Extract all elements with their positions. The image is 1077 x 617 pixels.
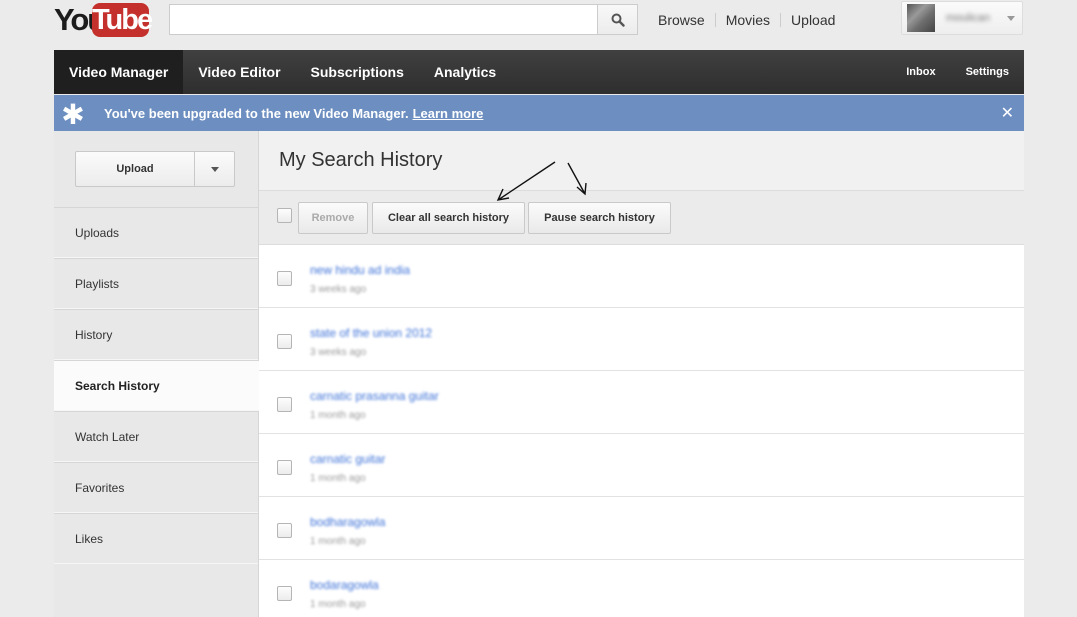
main-header: My Search History bbox=[259, 131, 1024, 191]
search-icon bbox=[611, 13, 625, 27]
row-checkbox[interactable] bbox=[277, 334, 292, 349]
list-item: state of the union 2012 3 weeks ago bbox=[259, 308, 1024, 371]
sidebar-item-playlists[interactable]: Playlists bbox=[54, 258, 258, 309]
sidebar-item-search-history[interactable]: Search History bbox=[54, 360, 260, 411]
remove-button[interactable]: Remove bbox=[298, 202, 368, 234]
account-username: moulican bbox=[946, 12, 991, 24]
tab-video-manager[interactable]: Video Manager bbox=[54, 50, 184, 94]
search-history-list: new hindu ad india 3 weeks ago state of … bbox=[259, 245, 1024, 617]
search-query-link[interactable]: carnatic guitar bbox=[310, 452, 385, 466]
upload-link[interactable]: Upload bbox=[781, 11, 845, 29]
row-checkbox[interactable] bbox=[277, 271, 292, 286]
pause-search-history-button[interactable]: Pause search history bbox=[528, 202, 671, 234]
list-item: carnatic prasanna guitar 1 month ago bbox=[259, 371, 1024, 434]
row-checkbox[interactable] bbox=[277, 397, 292, 412]
tab-inbox[interactable]: Inbox bbox=[891, 50, 950, 94]
sidebar-item-uploads[interactable]: Uploads bbox=[54, 207, 258, 258]
top-nav: Browse Movies Upload bbox=[648, 11, 845, 29]
sidebar-item-favorites[interactable]: Favorites bbox=[54, 462, 258, 513]
learn-more-link[interactable]: Learn more bbox=[413, 106, 484, 121]
sidebar-list: Uploads Playlists History Search History… bbox=[54, 207, 260, 564]
search-timestamp: 1 month ago bbox=[310, 599, 366, 610]
search-query-link[interactable]: carnatic prasanna guitar bbox=[310, 389, 439, 403]
list-item: carnatic guitar 1 month ago bbox=[259, 434, 1024, 497]
tab-video-editor[interactable]: Video Editor bbox=[183, 50, 295, 94]
select-all-checkbox[interactable] bbox=[277, 208, 292, 223]
account-menu-button[interactable]: moulican bbox=[901, 1, 1023, 35]
upload-dropdown-button[interactable] bbox=[194, 151, 235, 187]
chevron-down-icon bbox=[211, 167, 219, 172]
search-input[interactable] bbox=[169, 4, 599, 35]
upgrade-notice-banner: ✱ You've been upgraded to the new Video … bbox=[54, 95, 1024, 131]
browse-link[interactable]: Browse bbox=[648, 11, 715, 29]
search-timestamp: 1 month ago bbox=[310, 473, 366, 484]
sidebar-item-watch-later[interactable]: Watch Later bbox=[54, 411, 258, 462]
asterisk-icon: ✱ bbox=[61, 99, 85, 130]
row-checkbox[interactable] bbox=[277, 586, 292, 601]
youtube-logo[interactable]: You Tube bbox=[54, 1, 153, 39]
search-query-link[interactable]: new hindu ad india bbox=[310, 263, 410, 277]
action-toolbar: Remove Clear all search history Pause se… bbox=[259, 191, 1024, 245]
search-timestamp: 3 weeks ago bbox=[310, 347, 367, 358]
tab-settings[interactable]: Settings bbox=[951, 50, 1024, 94]
chevron-down-icon bbox=[1007, 16, 1015, 21]
search-query-link[interactable]: state of the union 2012 bbox=[310, 326, 432, 340]
search-timestamp: 1 month ago bbox=[310, 536, 366, 547]
search-timestamp: 3 weeks ago bbox=[310, 284, 367, 295]
search-query-link[interactable]: bodaragowla bbox=[310, 578, 379, 592]
close-icon[interactable]: ✕ bbox=[1001, 103, 1014, 123]
upload-button-group: Upload bbox=[75, 151, 235, 187]
list-item: bodharagowla 1 month ago bbox=[259, 497, 1024, 560]
creator-navbar: Video Manager Video Editor Subscriptions… bbox=[54, 50, 1024, 94]
list-item: bodaragowla 1 month ago bbox=[259, 560, 1024, 617]
search-timestamp: 1 month ago bbox=[310, 410, 366, 421]
clear-all-search-history-button[interactable]: Clear all search history bbox=[372, 202, 525, 234]
row-checkbox[interactable] bbox=[277, 460, 292, 475]
logo-text-tube: Tube bbox=[92, 3, 153, 37]
page-title: My Search History bbox=[279, 149, 443, 171]
movies-link[interactable]: Movies bbox=[716, 11, 780, 29]
list-item: new hindu ad india 3 weeks ago bbox=[259, 245, 1024, 308]
sidebar: Upload Uploads Playlists History Search … bbox=[54, 131, 260, 617]
search-button[interactable] bbox=[597, 4, 638, 35]
search-query-link[interactable]: bodharagowla bbox=[310, 515, 385, 529]
sidebar-item-likes[interactable]: Likes bbox=[54, 513, 258, 564]
upload-button[interactable]: Upload bbox=[75, 151, 195, 187]
notice-text: You've been upgraded to the new Video Ma… bbox=[104, 105, 409, 121]
tab-analytics[interactable]: Analytics bbox=[419, 50, 511, 94]
notice-message: You've been upgraded to the new Video Ma… bbox=[104, 106, 483, 121]
main-panel: My Search History Remove Clear all searc… bbox=[259, 131, 1024, 617]
sidebar-item-history[interactable]: History bbox=[54, 309, 258, 360]
tab-subscriptions[interactable]: Subscriptions bbox=[296, 50, 419, 94]
row-checkbox[interactable] bbox=[277, 523, 292, 538]
avatar bbox=[907, 4, 935, 32]
